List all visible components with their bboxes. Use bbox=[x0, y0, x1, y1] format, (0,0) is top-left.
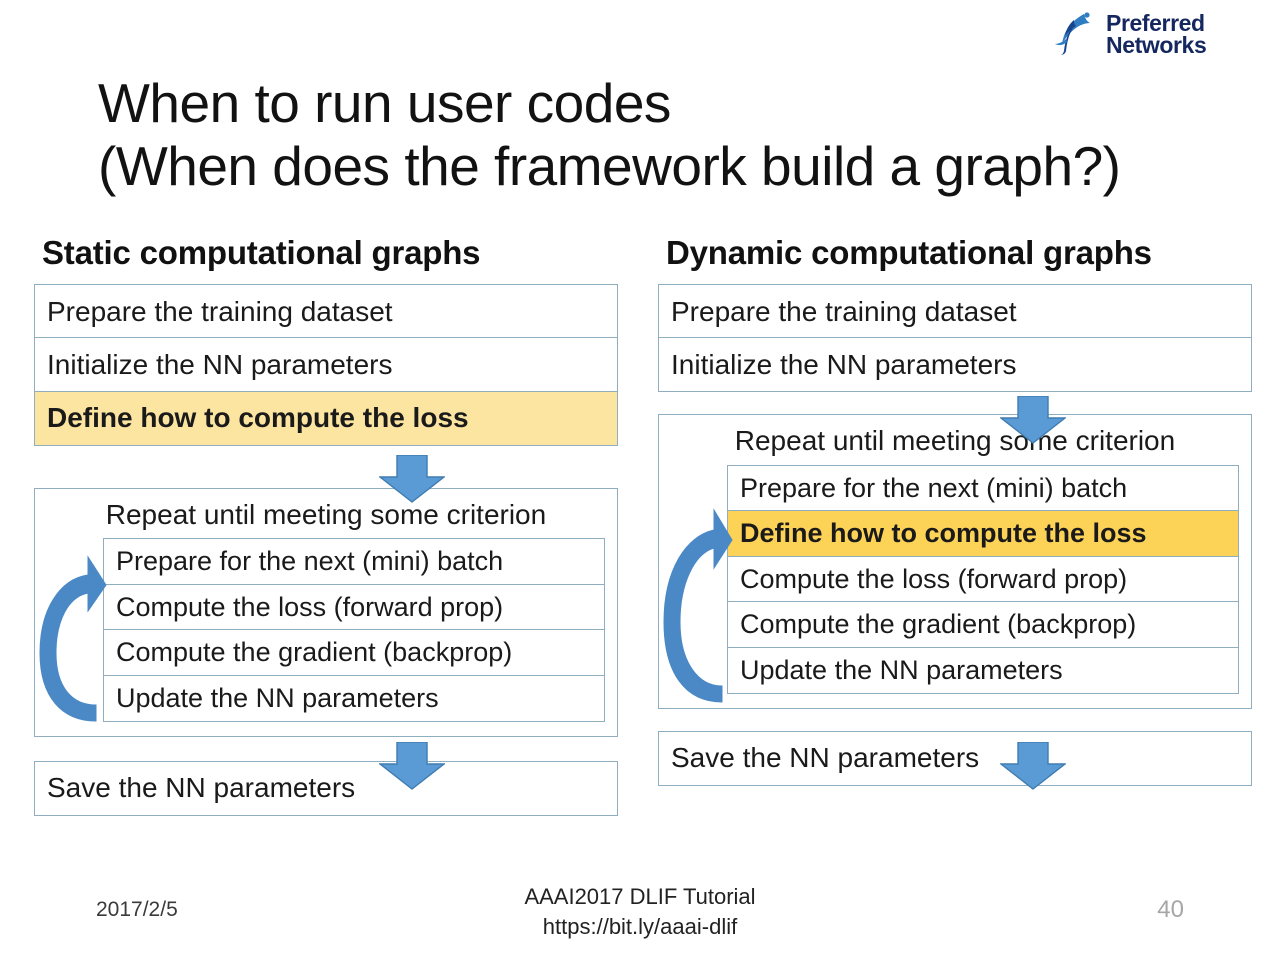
step-label: Compute the gradient (backprop) bbox=[740, 609, 1137, 640]
step-label: Define how to compute the loss bbox=[47, 402, 469, 434]
step-box: Initialize the NN parameters bbox=[658, 337, 1252, 393]
step-box: Update the NN parameters bbox=[727, 646, 1239, 694]
static-loop-steps: Prepare for the next (mini) batch Comput… bbox=[103, 538, 605, 722]
footer-url[interactable]: https://bit.ly/aaai-dlif bbox=[0, 912, 1280, 942]
step-label: Update the NN parameters bbox=[740, 654, 1063, 685]
slide-page-number: 40 bbox=[1157, 896, 1184, 923]
step-box: Compute the loss (forward prop) bbox=[103, 583, 605, 631]
step-box: Prepare the training dataset bbox=[34, 284, 618, 339]
pn-swoosh-icon bbox=[1054, 11, 1098, 57]
step-label: Save the NN parameters bbox=[671, 742, 980, 774]
step-box-highlighted: Define how to compute the loss bbox=[727, 510, 1239, 558]
step-label: Prepare for the next (mini) batch bbox=[740, 473, 1128, 503]
slide-title-line-1: When to run user codes bbox=[98, 72, 671, 134]
step-label: Prepare for the next (mini) batch bbox=[116, 546, 504, 577]
step-label: Update the NN parameters bbox=[116, 682, 439, 713]
flow-arrow-down bbox=[379, 455, 445, 503]
step-box-highlighted: Define how to compute the loss bbox=[34, 390, 618, 446]
step-label: Prepare the training dataset bbox=[671, 295, 1017, 327]
static-steps-before: Prepare the training dataset Initialize … bbox=[34, 284, 618, 446]
step-box: Prepare the training dataset bbox=[658, 284, 1252, 339]
column-dynamic-graphs: Dynamic computational graphs Prepare the… bbox=[658, 234, 1252, 786]
column-static-graphs: Static computational graphs Prepare the … bbox=[34, 234, 618, 816]
step-box: Compute the gradient (backprop) bbox=[727, 601, 1239, 649]
dynamic-steps-before: Prepare the training dataset Initialize … bbox=[658, 284, 1252, 393]
column-heading-dynamic: Dynamic computational graphs bbox=[666, 234, 1152, 271]
step-box: Save the NN parameters bbox=[34, 760, 618, 816]
footer-event: AAAI2017 DLIF Tutorial bbox=[524, 884, 756, 909]
flow-arrow-down bbox=[1000, 396, 1066, 444]
loop-back-arrow bbox=[660, 498, 734, 716]
loop-back-arrow bbox=[36, 545, 108, 735]
dynamic-loop-steps: Prepare for the next (mini) batch Define… bbox=[727, 465, 1239, 694]
step-label: Initialize the NN parameters bbox=[47, 348, 393, 380]
logo-line-1: Preferred bbox=[1106, 9, 1205, 36]
loop-label: Repeat until meeting some criterion bbox=[105, 498, 547, 530]
column-heading-static: Static computational graphs bbox=[42, 234, 481, 271]
dynamic-loop-group: Repeat until meeting some criterion Prep… bbox=[658, 414, 1252, 709]
step-label: Compute the gradient (backprop) bbox=[116, 637, 513, 668]
logo-line-2: Networks bbox=[1106, 32, 1207, 58]
slide-title-line-2: (When does the framework build a graph?) bbox=[98, 134, 1121, 197]
step-box: Prepare for the next (mini) batch bbox=[727, 465, 1239, 512]
slide-title: When to run user codes (When does the fr… bbox=[98, 72, 1228, 197]
static-loop-group: Repeat until meeting some criterion Prep… bbox=[34, 487, 618, 737]
step-label: Compute the loss (forward prop) bbox=[116, 591, 504, 622]
step-label: Define how to compute the loss bbox=[740, 518, 1147, 549]
step-label: Initialize the NN parameters bbox=[671, 348, 1017, 380]
step-label: Save the NN parameters bbox=[47, 772, 356, 804]
step-label: Prepare the training dataset bbox=[47, 295, 393, 327]
step-box: Prepare for the next (mini) batch bbox=[103, 538, 605, 586]
preferred-networks-logo: Preferred Networks bbox=[1054, 8, 1266, 60]
step-box: Save the NN parameters bbox=[658, 730, 1252, 786]
flow-arrow-down bbox=[1000, 742, 1066, 790]
step-box: Compute the gradient (backprop) bbox=[103, 629, 605, 677]
loop-label: Repeat until meeting some criterion bbox=[734, 425, 1176, 457]
logo-wordmark: Preferred Networks bbox=[1106, 9, 1207, 58]
step-box: Initialize the NN parameters bbox=[34, 337, 618, 393]
step-box: Update the NN parameters bbox=[103, 674, 605, 722]
step-label: Compute the loss (forward prop) bbox=[740, 563, 1128, 594]
flow-arrow-down bbox=[379, 742, 445, 790]
step-box: Compute the loss (forward prop) bbox=[727, 555, 1239, 603]
footer-center: AAAI2017 DLIF Tutorial https://bit.ly/aa… bbox=[0, 882, 1280, 941]
